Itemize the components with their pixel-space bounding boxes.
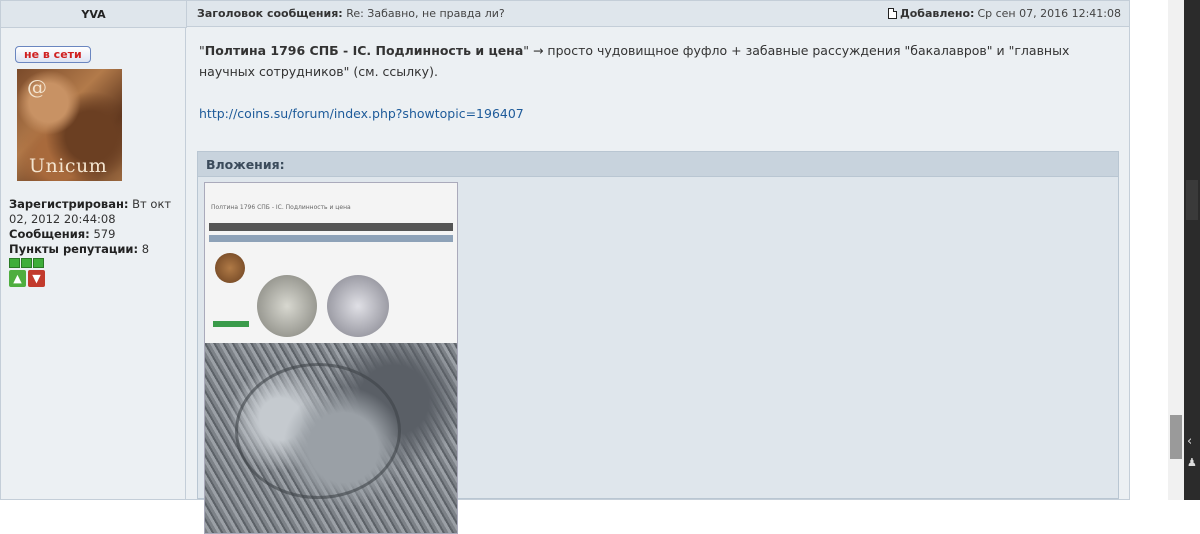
vote-buttons: ▲ ▼ (9, 270, 177, 287)
thumbs-down-icon[interactable]: ▼ (28, 270, 45, 287)
messages-value: 579 (93, 227, 116, 241)
side-panel: ‹ ♟ (1184, 0, 1200, 500)
mini-button (213, 321, 249, 327)
mini-bar-2 (209, 235, 453, 242)
reputation-label: Пункты репутации: (9, 242, 139, 256)
reputation-bar (9, 258, 177, 268)
subject-line: Заголовок сообщения: Re: Забавно, не пра… (197, 7, 505, 20)
registered-label: Зарегистрирован: (9, 197, 129, 211)
rep-dot (9, 258, 20, 268)
post-header: Заголовок сообщения: Re: Забавно, не пра… (187, 1, 1129, 27)
post-text: "Полтина 1796 СПБ - IC. Подлинность и це… (199, 40, 1117, 82)
post-body: "Полтина 1796 СПБ - IC. Подлинность и це… (187, 28, 1129, 534)
pawn-icon[interactable]: ♟ (1187, 456, 1197, 469)
date-label: Добавлено: (899, 7, 975, 20)
topic-url-link[interactable]: http://coins.su/forum/index.php?showtopi… (199, 103, 524, 124)
post-date: Добавлено: Ср сен 07, 2016 12:41:08 (887, 7, 1121, 20)
messages-label: Сообщения: (9, 227, 90, 241)
subject-label: Заголовок сообщения: (197, 7, 343, 20)
coin-closeup-image (205, 343, 457, 533)
rep-dot (21, 258, 32, 268)
reputation-row: Пункты репутации: 8 (9, 242, 177, 257)
coin-obverse-image (257, 275, 317, 337)
doc-icon[interactable] (887, 8, 897, 19)
profile-info: Зарегистрирован: Вт окт 02, 2012 20:44:0… (9, 197, 177, 287)
mini-bar (209, 223, 453, 231)
topic-title-link[interactable]: Полтина 1796 СПБ - IC. Подлинность и цен… (205, 43, 524, 58)
mini-avatar (215, 253, 245, 283)
status-badge: не в сети (15, 46, 91, 63)
date-value: Ср сен 07, 2016 12:41:08 (977, 7, 1121, 20)
chevron-left-icon[interactable]: ‹ (1187, 434, 1192, 449)
attachments-box: Вложения: Полтина 1796 СПБ - IC. Подлинн… (197, 151, 1119, 534)
subject-text: Re: Забавно, не правда ли? (346, 7, 505, 20)
attachments-label: Вложения: (198, 152, 1118, 177)
scrollbar-thumb[interactable] (1170, 415, 1182, 459)
author-name[interactable]: YVA (1, 1, 187, 28)
thumbs-up-icon[interactable]: ▲ (9, 270, 26, 287)
messages-row: Сообщения: 579 (9, 227, 177, 242)
profile-panel: не в сети @ Unicum Зарегистрирован: Вт о… (1, 28, 186, 499)
side-block (1186, 180, 1198, 220)
attachment-thumbnail[interactable]: Полтина 1796 СПБ - IC. Подлинность и цен… (204, 182, 458, 534)
mini-title: Полтина 1796 СПБ - IC. Подлинность и цен… (211, 204, 351, 211)
screenshot-preview: Полтина 1796 СПБ - IC. Подлинность и цен… (205, 183, 457, 343)
forum-post: YVA Заголовок сообщения: Re: Забавно, не… (0, 0, 1130, 534)
avatar-text: Unicum (29, 155, 108, 177)
reputation-value: 8 (141, 242, 150, 256)
avatar: @ Unicum (17, 69, 122, 181)
coin-reverse-image (327, 275, 389, 337)
avatar-at: @ (27, 75, 47, 99)
registered-row: Зарегистрирован: Вт окт 02, 2012 20:44:0… (9, 197, 177, 227)
rep-dot (33, 258, 44, 268)
